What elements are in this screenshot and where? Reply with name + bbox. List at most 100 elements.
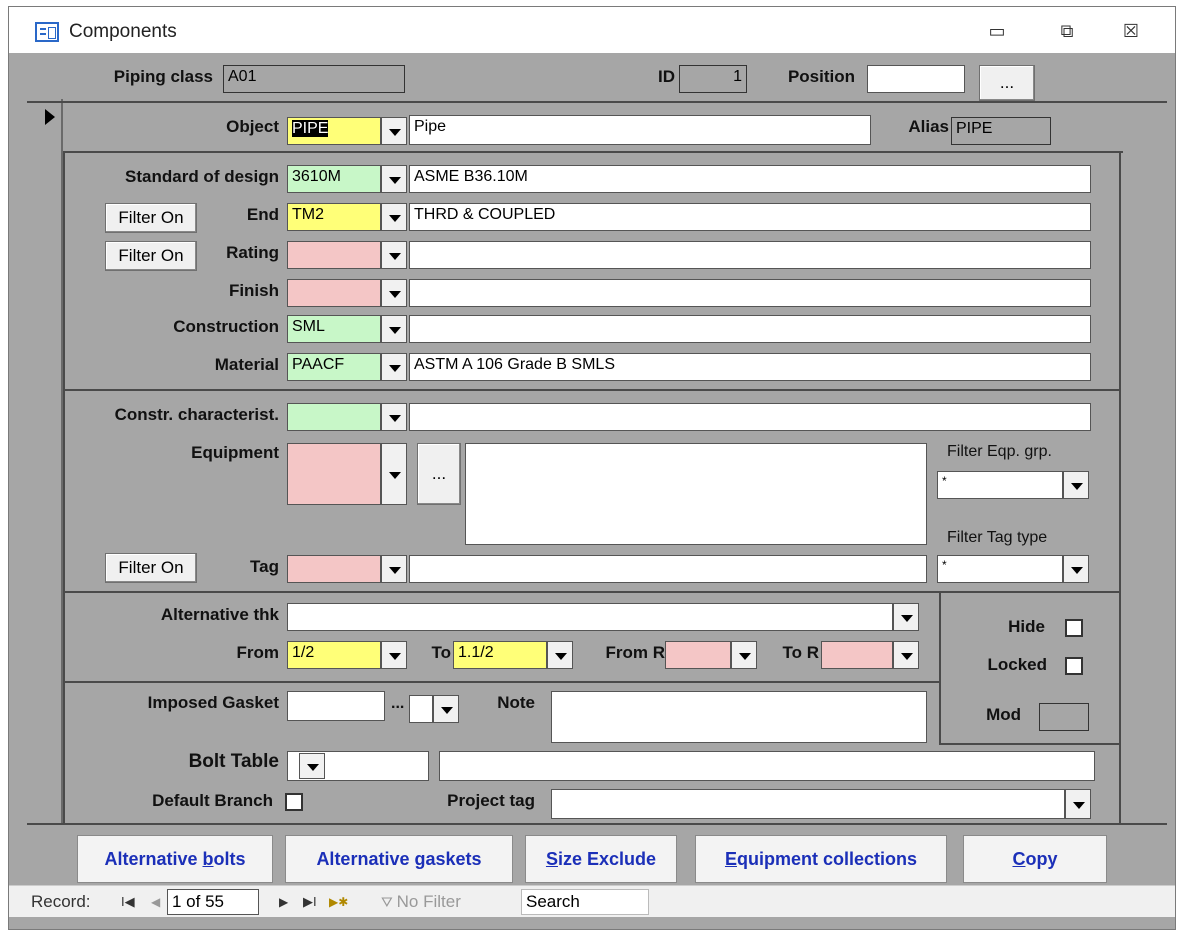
tag-filter-on-button[interactable]: Filter On bbox=[105, 553, 197, 583]
project-tag-dropdown-icon[interactable] bbox=[1065, 789, 1091, 819]
record-number-field[interactable]: 1 of 55 bbox=[167, 889, 259, 915]
window-title: Components bbox=[69, 21, 177, 42]
alternative-gaskets-text-rest: askets bbox=[425, 849, 482, 869]
from-r-field[interactable] bbox=[665, 641, 731, 669]
equipment-code-field[interactable] bbox=[287, 443, 381, 505]
filter-tag-type-field[interactable]: * bbox=[937, 555, 1063, 583]
to-r-dropdown-icon[interactable] bbox=[893, 641, 919, 669]
equipment-browse-button[interactable]: ... bbox=[417, 443, 461, 505]
mod-field[interactable] bbox=[1039, 703, 1089, 731]
position-label: Position bbox=[787, 67, 855, 86]
filter-eqp-grp-dropdown-icon[interactable] bbox=[1063, 471, 1089, 499]
constr-desc-field[interactable] bbox=[409, 403, 1091, 431]
object-code-text: PIPE bbox=[292, 120, 329, 137]
tag-desc-field[interactable] bbox=[409, 555, 927, 583]
first-record-icon[interactable]: I◀ bbox=[121, 894, 135, 910]
imposed-gasket-browse-button[interactable]: ... bbox=[391, 695, 404, 713]
hide-checkbox[interactable] bbox=[1065, 619, 1083, 637]
piping-class-field[interactable]: A01 bbox=[223, 65, 405, 93]
tag-code-field[interactable] bbox=[287, 555, 381, 583]
rating-dropdown-arrow-icon[interactable] bbox=[381, 241, 407, 269]
alternative-thk-field[interactable] bbox=[287, 603, 893, 631]
standard-code-field[interactable]: 3610M bbox=[287, 165, 381, 193]
object-code-field[interactable]: PIPE bbox=[287, 117, 381, 145]
alternative-thk-label: Alternative thk bbox=[160, 605, 279, 624]
new-record-icon[interactable]: ▶✱ bbox=[329, 895, 348, 909]
record-navigation-bar: Record: I◀ ◀ 1 of 55 ▶ ▶I ▶✱ ⛛ No Filter… bbox=[9, 885, 1175, 917]
alternative-bolts-button[interactable]: Alternative bolts bbox=[77, 835, 273, 883]
copy-text: opy bbox=[1025, 849, 1058, 869]
material-label: Material bbox=[214, 355, 279, 374]
imposed-gasket-select-field[interactable] bbox=[409, 695, 433, 723]
filter-eqp-grp-field[interactable]: * bbox=[937, 471, 1063, 499]
alternative-bolts-hotkey: b bbox=[202, 849, 214, 869]
note-field[interactable] bbox=[551, 691, 927, 743]
bolt-table-dropdown-icon[interactable] bbox=[299, 753, 325, 779]
object-label: Object bbox=[226, 117, 279, 136]
rating-desc-field[interactable] bbox=[409, 241, 1091, 269]
constr-code-field[interactable] bbox=[287, 403, 381, 431]
construction-desc-field[interactable] bbox=[409, 315, 1091, 343]
construction-code-field[interactable]: SML bbox=[287, 315, 381, 343]
from-field[interactable]: 1/2 bbox=[287, 641, 381, 669]
finish-code-field[interactable] bbox=[287, 279, 381, 307]
alias-field[interactable]: PIPE bbox=[951, 117, 1051, 145]
construction-dropdown-arrow-icon[interactable] bbox=[381, 315, 407, 343]
divider bbox=[27, 101, 1167, 103]
copy-button[interactable]: Copy bbox=[963, 835, 1107, 883]
project-tag-field[interactable] bbox=[551, 789, 1065, 819]
end-desc-field[interactable]: THRD & COUPLED bbox=[409, 203, 1091, 231]
previous-record-icon[interactable]: ◀ bbox=[151, 895, 160, 909]
material-dropdown-arrow-icon[interactable] bbox=[381, 353, 407, 381]
to-field[interactable]: 1.1/2 bbox=[453, 641, 547, 669]
end-code-field[interactable]: TM2 bbox=[287, 203, 381, 231]
default-branch-checkbox[interactable] bbox=[285, 793, 303, 811]
end-dropdown-arrow-icon[interactable] bbox=[381, 203, 407, 231]
restore-icon[interactable]: ⧉ bbox=[1049, 17, 1085, 45]
form-body: Piping class A01 ID 1 Position ... Objec… bbox=[9, 53, 1175, 929]
material-code-field[interactable]: PAACF bbox=[287, 353, 381, 381]
size-exclude-text: ize Exclude bbox=[557, 849, 657, 869]
constr-dropdown-arrow-icon[interactable] bbox=[381, 403, 407, 431]
rating-code-field[interactable] bbox=[287, 241, 381, 269]
form-icon bbox=[35, 22, 59, 42]
equipment-collections-button[interactable]: Equipment collections bbox=[695, 835, 947, 883]
to-dropdown-arrow-icon[interactable] bbox=[547, 641, 573, 669]
alternative-gaskets-button[interactable]: Alternative gaskets bbox=[285, 835, 513, 883]
end-filter-on-button[interactable]: Filter On bbox=[105, 203, 197, 233]
to-r-field[interactable] bbox=[821, 641, 893, 669]
standard-dropdown-arrow-icon[interactable] bbox=[381, 165, 407, 193]
id-field[interactable]: 1 bbox=[679, 65, 747, 93]
from-dropdown-arrow-icon[interactable] bbox=[381, 641, 407, 669]
material-desc-field[interactable]: ASTM A 106 Grade B SMLS bbox=[409, 353, 1091, 381]
object-desc-field[interactable]: Pipe bbox=[409, 115, 871, 145]
search-field[interactable]: Search bbox=[521, 889, 649, 915]
standard-desc-field[interactable]: ASME B36.10M bbox=[409, 165, 1091, 193]
equipment-list-box[interactable] bbox=[465, 443, 927, 545]
object-dropdown-arrow-icon[interactable] bbox=[381, 117, 407, 145]
alternative-thk-dropdown-icon[interactable] bbox=[893, 603, 919, 631]
finish-desc-field[interactable] bbox=[409, 279, 1091, 307]
size-exclude-button[interactable]: Size Exclude bbox=[525, 835, 677, 883]
equipment-dropdown-arrow-icon[interactable] bbox=[381, 443, 407, 505]
position-field[interactable] bbox=[867, 65, 965, 93]
next-record-icon[interactable]: ▶ bbox=[279, 895, 288, 909]
filter-tag-type-dropdown-icon[interactable] bbox=[1063, 555, 1089, 583]
no-filter-button[interactable]: ⛛ No Filter bbox=[381, 892, 461, 912]
finish-dropdown-arrow-icon[interactable] bbox=[381, 279, 407, 307]
locked-label: Locked bbox=[987, 655, 1047, 674]
current-record-arrow-icon[interactable] bbox=[45, 109, 55, 125]
imposed-gasket-dropdown-icon[interactable] bbox=[433, 695, 459, 723]
alternative-gaskets-hotkey: g bbox=[414, 849, 426, 869]
close-icon[interactable]: ☒ bbox=[1113, 17, 1149, 45]
minimize-icon[interactable]: ▭ bbox=[979, 17, 1015, 45]
tag-dropdown-arrow-icon[interactable] bbox=[381, 555, 407, 583]
locked-checkbox[interactable] bbox=[1065, 657, 1083, 675]
to-label: To bbox=[431, 643, 451, 662]
last-record-icon[interactable]: ▶I bbox=[303, 894, 317, 910]
rating-filter-on-button[interactable]: Filter On bbox=[105, 241, 197, 271]
from-r-dropdown-icon[interactable] bbox=[731, 641, 757, 669]
position-browse-button[interactable]: ... bbox=[979, 65, 1035, 101]
imposed-gasket-field[interactable] bbox=[287, 691, 385, 721]
bolt-table-desc-field[interactable] bbox=[439, 751, 1095, 781]
